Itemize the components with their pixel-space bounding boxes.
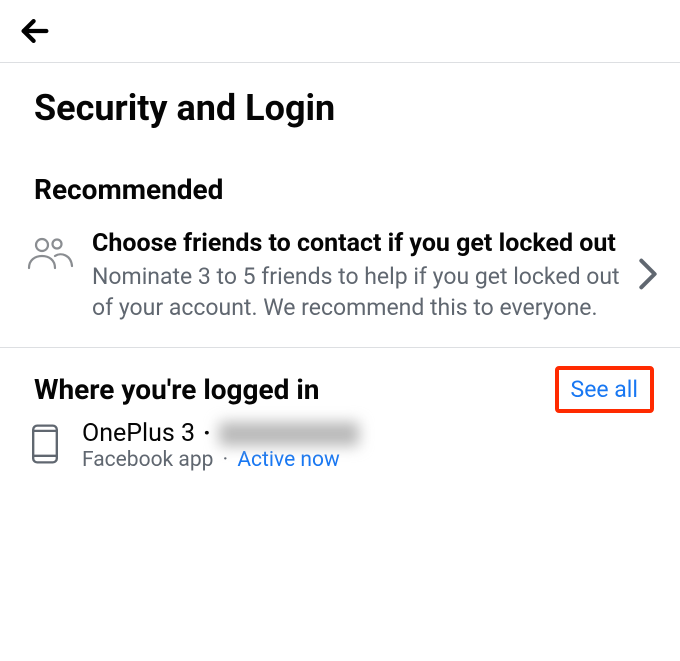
back-arrow-icon[interactable]: [18, 33, 52, 52]
page-title: Security and Login: [0, 63, 680, 149]
logged-in-heading: Where you're logged in: [34, 373, 320, 406]
device-location-redacted: [219, 422, 359, 446]
recommended-item-title: Choose friends to contact if you get loc…: [92, 228, 624, 259]
phone-icon: [30, 419, 60, 469]
device-title-line: OnePlus 3 ·: [82, 419, 662, 448]
recommended-item-text: Choose friends to contact if you get loc…: [92, 228, 624, 323]
see-all-highlight-annotation: See all: [555, 366, 654, 413]
recommended-item-subtitle: Nominate 3 to 5 friends to help if you g…: [92, 261, 624, 323]
device-session-row[interactable]: OnePlus 3 · Facebook app · Active now: [0, 413, 680, 482]
see-all-link[interactable]: See all: [571, 376, 638, 403]
recommended-heading: Recommended: [0, 149, 680, 214]
friends-icon: [26, 228, 78, 274]
device-status: Active now: [237, 448, 339, 472]
device-status-separator: ·: [223, 448, 229, 472]
device-app-label: Facebook app: [82, 448, 213, 472]
device-separator: ·: [203, 419, 211, 448]
device-name: OnePlus 3: [82, 419, 195, 448]
device-sub-line: Facebook app · Active now: [82, 448, 662, 472]
header-bar: [0, 0, 680, 62]
logged-in-heading-row: Where you're logged in See all: [0, 348, 680, 413]
recommended-item-trusted-contacts[interactable]: Choose friends to contact if you get loc…: [0, 214, 680, 347]
chevron-right-icon: [638, 257, 662, 295]
device-session-text: OnePlus 3 · Facebook app · Active now: [82, 419, 662, 472]
